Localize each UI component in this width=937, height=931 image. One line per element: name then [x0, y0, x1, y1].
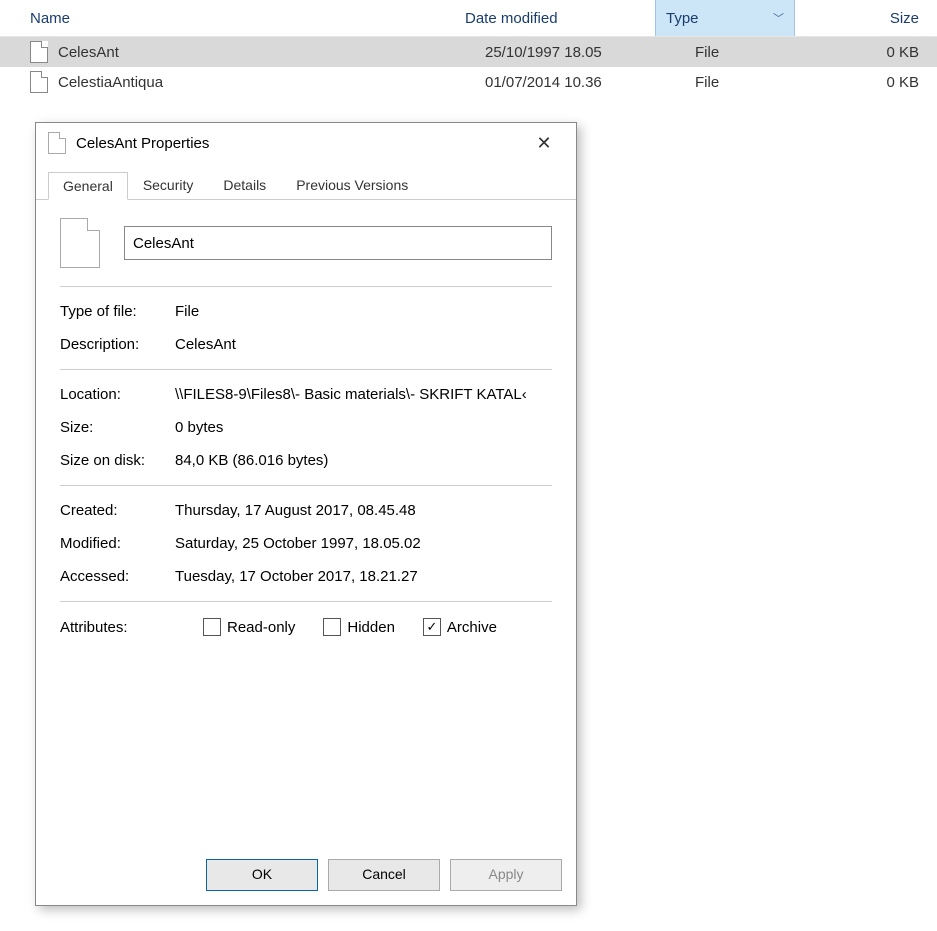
tabs: General Security Details Previous Versio… — [36, 169, 576, 200]
label-type: Type of file: — [60, 303, 175, 320]
file-size: 0 KB — [835, 44, 937, 61]
label-created: Created: — [60, 502, 175, 519]
value-created: Thursday, 17 August 2017, 08.45.48 — [175, 502, 552, 519]
general-panel: Type of file:File Description:CelesAnt L… — [36, 200, 576, 636]
checkbox-readonly[interactable]: Read-only — [203, 618, 295, 636]
file-icon — [48, 132, 66, 154]
value-desc: CelesAnt — [175, 336, 552, 353]
value-disk: 84,0 KB (86.016 bytes) — [175, 452, 552, 469]
value-size: 0 bytes — [175, 419, 552, 436]
file-icon — [30, 71, 48, 93]
separator — [60, 286, 552, 287]
separator — [60, 485, 552, 486]
label-accessed: Accessed: — [60, 568, 175, 585]
checkbox-icon — [203, 618, 221, 636]
col-size[interactable]: Size — [795, 0, 937, 36]
checkbox-hidden[interactable]: Hidden — [323, 618, 395, 636]
file-icon — [60, 218, 100, 268]
filename-input[interactable] — [124, 226, 552, 260]
label-hidden: Hidden — [347, 619, 395, 636]
file-icon — [30, 41, 48, 63]
col-name[interactable]: Name — [0, 0, 455, 36]
value-accessed: Tuesday, 17 October 2017, 18.21.27 — [175, 568, 552, 585]
column-headers: Name Date modified Type ﹀ Size — [0, 0, 937, 37]
label-archive: Archive — [447, 619, 497, 636]
file-row[interactable]: CelesAnt 25/10/1997 18.05 File 0 KB — [0, 37, 937, 67]
ok-button[interactable]: OK — [206, 859, 318, 891]
titlebar[interactable]: CelesAnt Properties ✕ — [36, 123, 576, 163]
file-type: File — [685, 74, 835, 91]
file-list: ︿ Name Date modified Type ﹀ Size CelesAn… — [0, 0, 937, 97]
label-size: Size: — [60, 419, 175, 436]
label-attributes: Attributes: — [60, 619, 175, 636]
col-type-label: Type — [666, 10, 699, 27]
checkbox-icon — [323, 618, 341, 636]
label-readonly: Read-only — [227, 619, 295, 636]
close-button[interactable]: ✕ — [524, 133, 564, 154]
cancel-button[interactable]: Cancel — [328, 859, 440, 891]
file-row[interactable]: CelestiaAntiqua 01/07/2014 10.36 File 0 … — [0, 67, 937, 97]
chevron-down-icon: ﹀ — [773, 10, 784, 26]
file-size: 0 KB — [835, 74, 937, 91]
dialog-buttons: OK Cancel Apply — [206, 859, 562, 891]
file-date: 01/07/2014 10.36 — [485, 74, 685, 91]
file-date: 25/10/1997 18.05 — [485, 44, 685, 61]
tab-security[interactable]: Security — [128, 171, 209, 199]
value-location: \\FILES8-9\Files8\- Basic materials\- SK… — [175, 386, 552, 403]
value-type: File — [175, 303, 552, 320]
file-type: File — [685, 44, 835, 61]
checkbox-icon: ✓ — [423, 618, 441, 636]
separator — [60, 601, 552, 602]
apply-button: Apply — [450, 859, 562, 891]
checkbox-archive[interactable]: ✓ Archive — [423, 618, 497, 636]
file-name: CelestiaAntiqua — [58, 74, 163, 91]
label-location: Location: — [60, 386, 175, 403]
tab-previous[interactable]: Previous Versions — [281, 171, 423, 199]
separator — [60, 369, 552, 370]
file-name: CelesAnt — [58, 44, 119, 61]
label-modified: Modified: — [60, 535, 175, 552]
label-desc: Description: — [60, 336, 175, 353]
col-type[interactable]: Type ﹀ — [655, 0, 795, 36]
properties-dialog: CelesAnt Properties ✕ General Security D… — [35, 122, 577, 906]
dialog-title: CelesAnt Properties — [76, 135, 524, 152]
tab-general[interactable]: General — [48, 172, 128, 200]
label-disk: Size on disk: — [60, 452, 175, 469]
tab-details[interactable]: Details — [208, 171, 281, 199]
value-modified: Saturday, 25 October 1997, 18.05.02 — [175, 535, 552, 552]
col-date[interactable]: Date modified — [455, 0, 655, 36]
